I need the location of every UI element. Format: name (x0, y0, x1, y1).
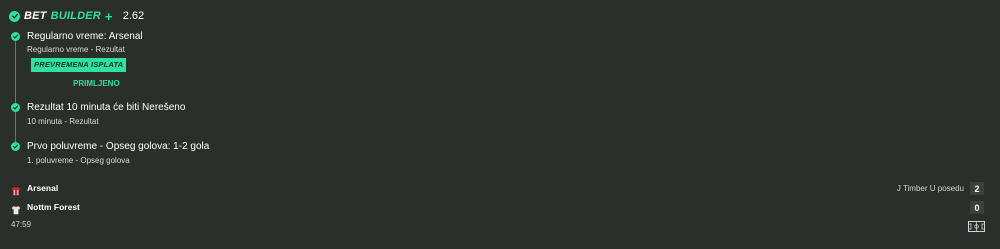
shirt-icon (11, 202, 21, 215)
timeline-line (15, 41, 16, 147)
leg-subtitle: 10 minuta - Rezultat (27, 117, 99, 126)
title-word-builder: BUILDER (50, 10, 101, 22)
pitch-icon[interactable] (968, 219, 985, 232)
away-team-row: Nottm Forest (11, 201, 80, 215)
bet-builder-header: BET BUILDER + 2.62 (9, 8, 144, 24)
shirt-icon (11, 183, 21, 196)
plus-icon: + (104, 8, 113, 24)
bet-builder-title: BET BUILDER + (24, 9, 113, 24)
check-icon (11, 32, 20, 41)
leg-subtitle: Regularno vreme - Rezultat (27, 45, 125, 54)
check-icon (11, 103, 20, 112)
title-word-bet: BET (24, 10, 47, 22)
check-icon (9, 10, 20, 22)
away-score: 0 (970, 201, 984, 214)
match-status: J Timber U posedu (896, 184, 964, 193)
leg-title: Prvo poluvreme - Opseg golova: 1-2 gola (27, 141, 210, 152)
leg-title: Regularno vreme: Arsenal (27, 31, 143, 42)
bet-builder-card: BET BUILDER + 2.62 Regularno vreme: Arse… (0, 0, 1000, 249)
leg-subtitle: 1. poluvreme - Opseg golova (27, 156, 130, 165)
home-score: 2 (970, 182, 984, 195)
home-team-row: Arsenal (11, 182, 59, 196)
home-team-name: Arsenal (27, 183, 59, 193)
away-team-name: Nottm Forest (27, 202, 80, 212)
total-odds: 2.62 (122, 10, 145, 22)
received-status: PRIMLJENO (73, 79, 120, 88)
early-payout-badge: PREVREMENA ISPLATA (31, 58, 127, 72)
leg-title: Rezultat 10 minuta će biti Nerešeno (27, 102, 186, 113)
match-clock: 47:59 (11, 220, 32, 229)
check-icon (11, 142, 20, 151)
